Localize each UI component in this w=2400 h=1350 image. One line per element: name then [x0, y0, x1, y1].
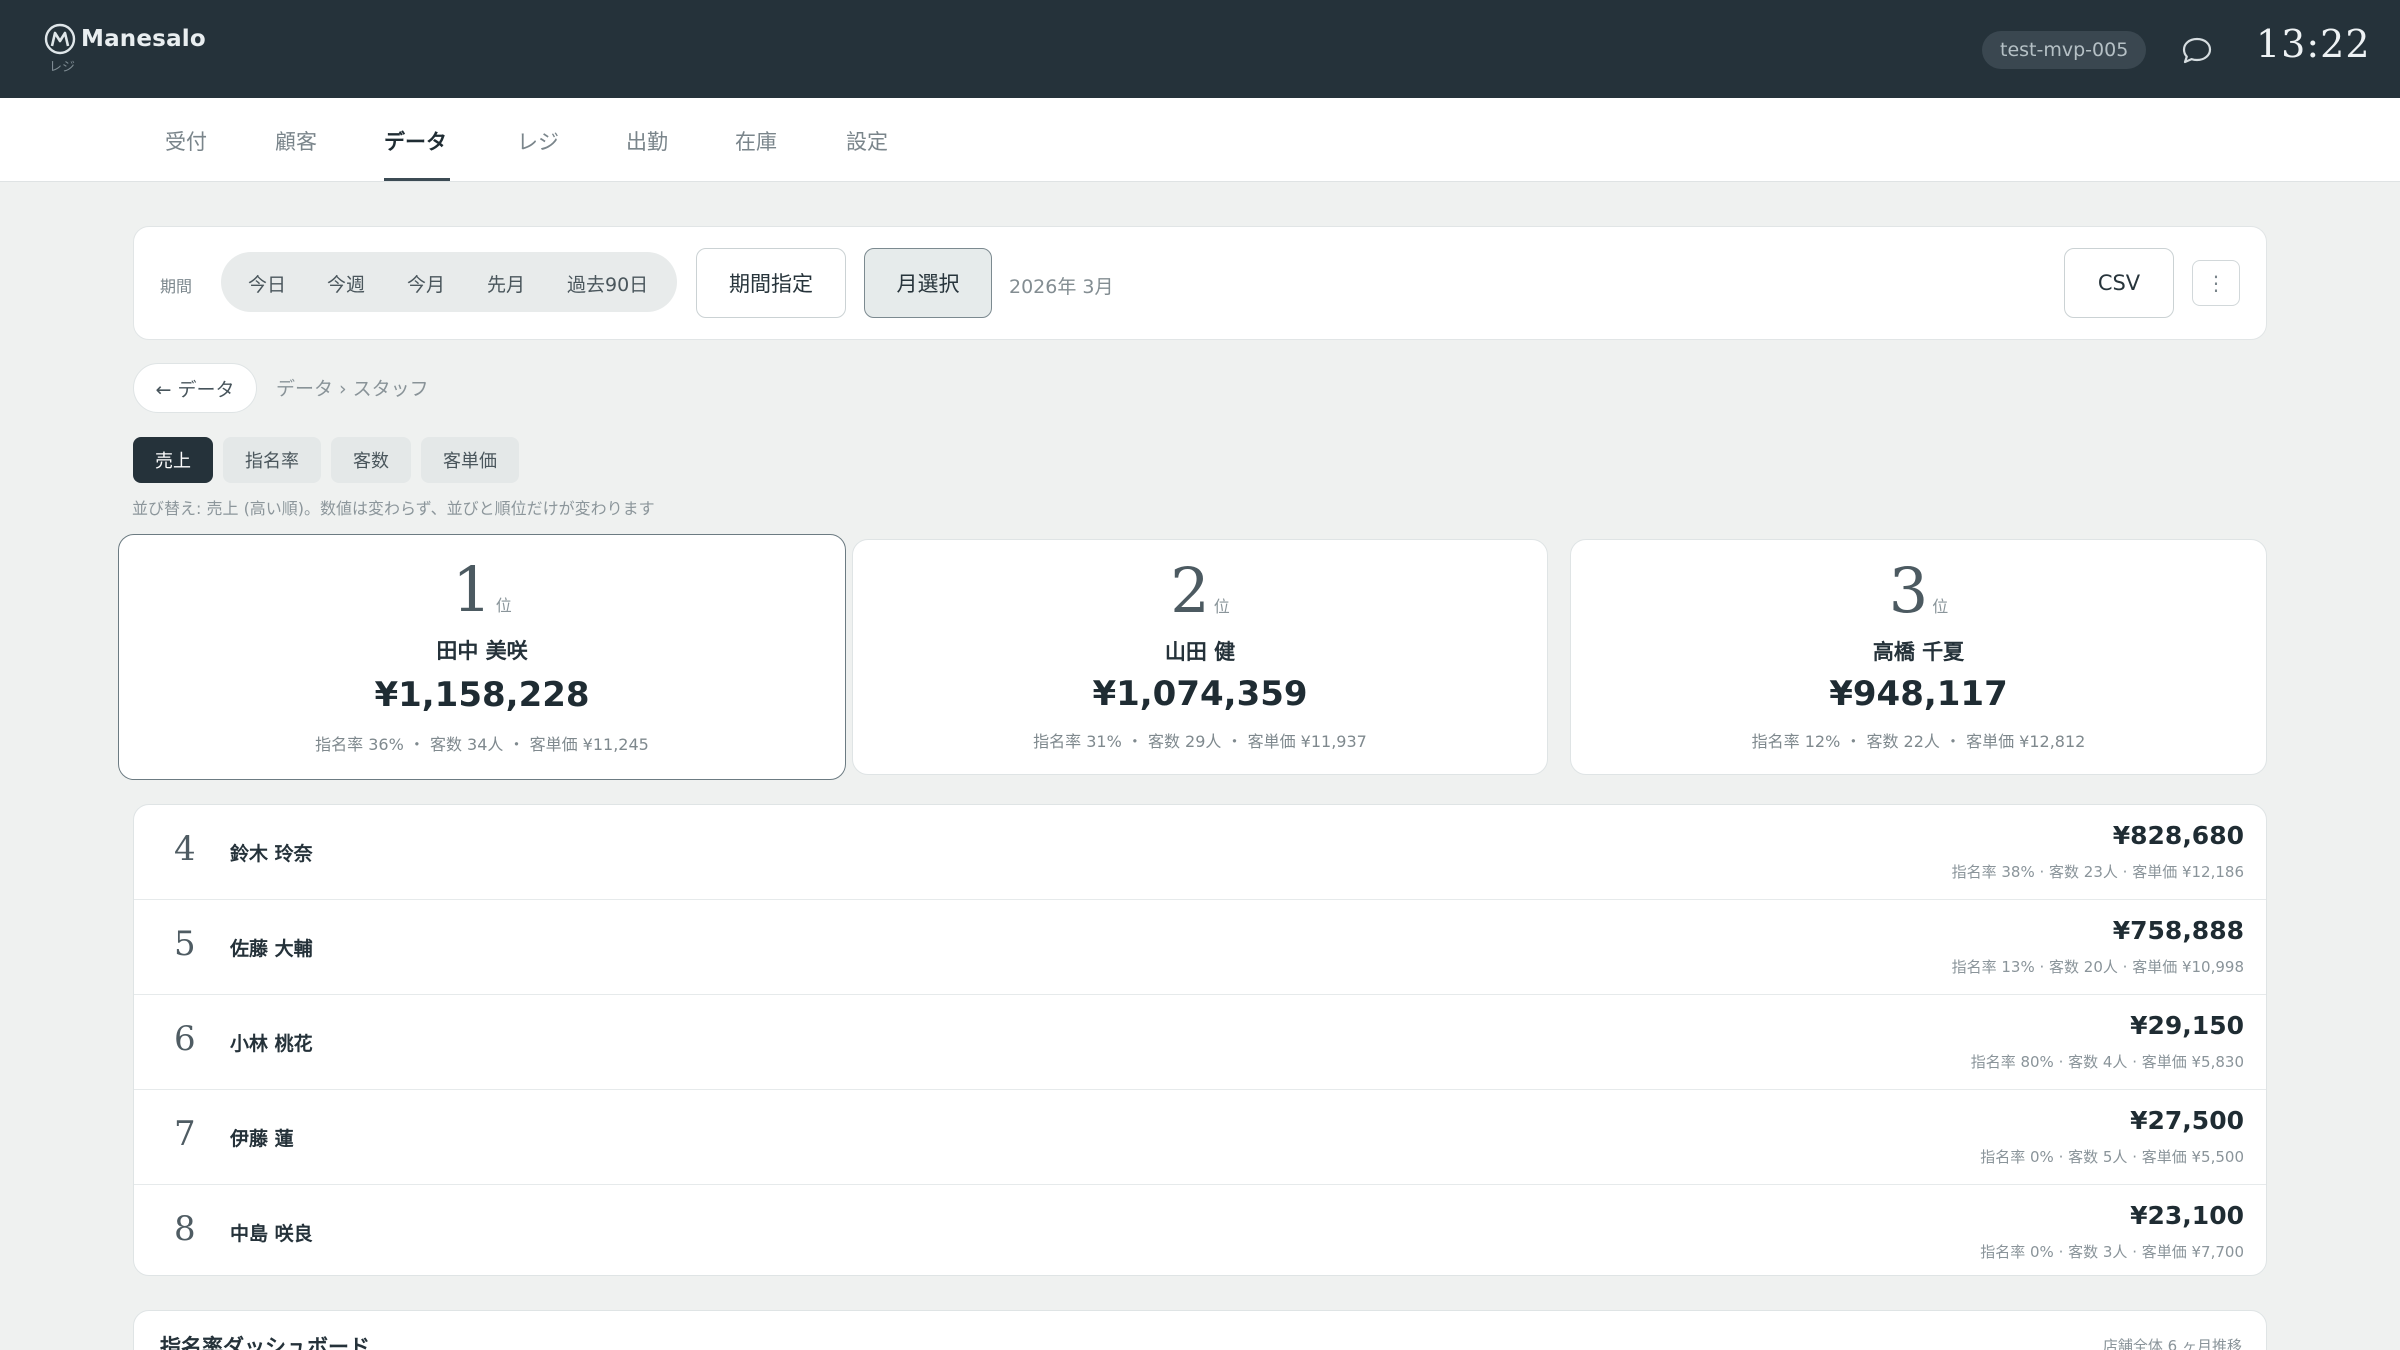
- period-label: 期間: [160, 277, 193, 296]
- sales-amount: ¥29,150: [2130, 1011, 2244, 1040]
- staff-stats: 指名率 0% · 客数 3人 · 客単価 ¥7,700: [1980, 1243, 2244, 1261]
- rank-number: 2位: [1170, 554, 1230, 627]
- sort-nomination-rate[interactable]: 指名率: [223, 437, 321, 483]
- staff-name: 山田 健: [1164, 640, 1236, 664]
- dashboard-title: 指名率ダッシュボード: [160, 1335, 370, 1350]
- staff-ranking-list: 4 鈴木 玲奈 ¥828,680 指名率 38% · 客数 23人 · 客単価 …: [133, 804, 2267, 1276]
- staff-name: 伊藤 蓮: [230, 1128, 294, 1150]
- sales-amount: ¥828,680: [2112, 821, 2244, 850]
- sales-amount: ¥1,158,228: [374, 675, 590, 715]
- sales-amount: ¥23,100: [2130, 1201, 2244, 1230]
- tab-data[interactable]: データ: [384, 126, 447, 156]
- app-header: Manesalo レジ test-mvp-005 13:22: [0, 0, 2400, 98]
- app-logo[interactable]: Manesalo: [43, 22, 206, 56]
- sales-amount: ¥758,888: [2112, 916, 2244, 945]
- sort-note: 並び替え: 売上 (高い順)。数値は変わらず、並びと順位だけが変わります: [132, 499, 655, 518]
- staff-name: 鈴木 玲奈: [230, 843, 313, 865]
- staff-stats: 指名率 13% · 客数 20人 · 客単価 ¥10,998: [1951, 958, 2244, 976]
- logo-icon: [44, 23, 76, 55]
- date-range-button[interactable]: 期間指定: [696, 248, 846, 318]
- tenant-badge[interactable]: test-mvp-005: [1982, 31, 2147, 69]
- podium-card-1[interactable]: 1位 田中 美咲 ¥1,158,228 指名率 36% ・ 客数 34人 ・ 客…: [118, 534, 846, 780]
- sales-amount: ¥1,074,359: [1092, 674, 1308, 714]
- sort-customer-count[interactable]: 客数: [331, 437, 411, 483]
- tab-register[interactable]: レジ: [517, 126, 559, 156]
- staff-name: 高橋 千夏: [1872, 640, 1965, 664]
- list-item[interactable]: 5 佐藤 大輔 ¥758,888 指名率 13% · 客数 20人 · 客単価 …: [134, 900, 2266, 995]
- breadcrumb: データ › スタッフ: [276, 378, 429, 400]
- preset-last-month[interactable]: 先月: [487, 270, 525, 297]
- tab-settings[interactable]: 設定: [846, 126, 888, 156]
- list-item[interactable]: 4 鈴木 玲奈 ¥828,680 指名率 38% · 客数 23人 · 客単価 …: [134, 805, 2266, 900]
- podium-card-3[interactable]: 3位 高橋 千夏 ¥948,117 指名率 12% ・ 客数 22人 ・ 客単価…: [1570, 539, 2267, 775]
- staff-stats: 指名率 36% ・ 客数 34人 ・ 客単価 ¥11,245: [315, 735, 649, 754]
- preset-today[interactable]: 今日: [248, 270, 286, 297]
- sales-amount: ¥948,117: [1829, 674, 2008, 714]
- preset-this-week[interactable]: 今週: [327, 270, 365, 297]
- clock: 13:22: [2256, 22, 2371, 66]
- list-item[interactable]: 7 伊藤 蓮 ¥27,500 指名率 0% · 客数 5人 · 客単価 ¥5,5…: [134, 1090, 2266, 1185]
- rank-number: 4: [174, 829, 196, 869]
- selected-month: 2026年 3月: [1009, 276, 1114, 298]
- app-name: Manesalo: [81, 26, 206, 52]
- csv-export-button[interactable]: CSV: [2064, 248, 2174, 318]
- staff-name: 中島 咲良: [230, 1223, 313, 1245]
- more-vertical-icon: ⋮: [2206, 271, 2226, 295]
- podium-card-2[interactable]: 2位 山田 健 ¥1,074,359 指名率 31% ・ 客数 29人 ・ 客単…: [852, 539, 1548, 775]
- sort-avg-spend[interactable]: 客単価: [421, 437, 519, 483]
- chat-bubble-icon[interactable]: [2180, 34, 2214, 66]
- period-preset-group: 今日 今週 今月 先月 過去90日: [221, 252, 677, 312]
- tab-reception[interactable]: 受付: [165, 126, 207, 156]
- staff-stats: 指名率 31% ・ 客数 29人 ・ 客単価 ¥11,937: [1033, 732, 1367, 751]
- list-item[interactable]: 8 中島 咲良 ¥23,100 指名率 0% · 客数 3人 · 客単価 ¥7,…: [134, 1185, 2266, 1275]
- month-select-button[interactable]: 月選択: [864, 248, 992, 318]
- sales-amount: ¥27,500: [2130, 1106, 2244, 1135]
- staff-stats: 指名率 12% ・ 客数 22人 ・ 客単価 ¥12,812: [1751, 732, 2086, 751]
- rank-number: 6: [174, 1019, 196, 1059]
- staff-name: 田中 美咲: [436, 639, 528, 663]
- staff-stats: 指名率 80% · 客数 4人 · 客単価 ¥5,830: [1970, 1053, 2244, 1071]
- rank-number: 3位: [1888, 554, 1949, 627]
- rank-number: 5: [174, 924, 196, 964]
- main-nav: 受付 顧客 データ レジ 出勤 在庫 設定: [0, 98, 2400, 182]
- tab-attendance[interactable]: 出勤: [626, 126, 668, 156]
- list-item[interactable]: 6 小林 桃花 ¥29,150 指名率 80% · 客数 4人 · 客単価 ¥5…: [134, 995, 2266, 1090]
- staff-stats: 指名率 0% · 客数 5人 · 客単価 ¥5,500: [1980, 1148, 2244, 1166]
- back-button[interactable]: ← データ: [133, 363, 257, 413]
- staff-name: 佐藤 大輔: [230, 938, 313, 960]
- sort-sales[interactable]: 売上: [133, 437, 213, 483]
- tab-inventory[interactable]: 在庫: [735, 126, 777, 156]
- active-tab-indicator: [384, 178, 450, 181]
- more-options-button[interactable]: ⋮: [2192, 260, 2240, 306]
- rank-number: 8: [174, 1209, 196, 1249]
- staff-stats: 指名率 38% · 客数 23人 · 客単価 ¥12,186: [1951, 863, 2244, 881]
- tab-customers[interactable]: 顧客: [275, 126, 317, 156]
- dashboard-note: 店舗全体 6 ヶ月推移: [2102, 1337, 2242, 1350]
- preset-this-month[interactable]: 今月: [407, 270, 445, 297]
- preset-last-90-days[interactable]: 過去90日: [567, 270, 648, 297]
- rank-number: 1位: [452, 553, 512, 626]
- rank-number: 7: [174, 1114, 196, 1154]
- staff-name: 小林 桃花: [230, 1033, 313, 1055]
- app-subtitle: レジ: [49, 60, 76, 75]
- nomination-dashboard-card: 指名率ダッシュボード 店舗全体 6 ヶ月推移: [133, 1310, 2267, 1350]
